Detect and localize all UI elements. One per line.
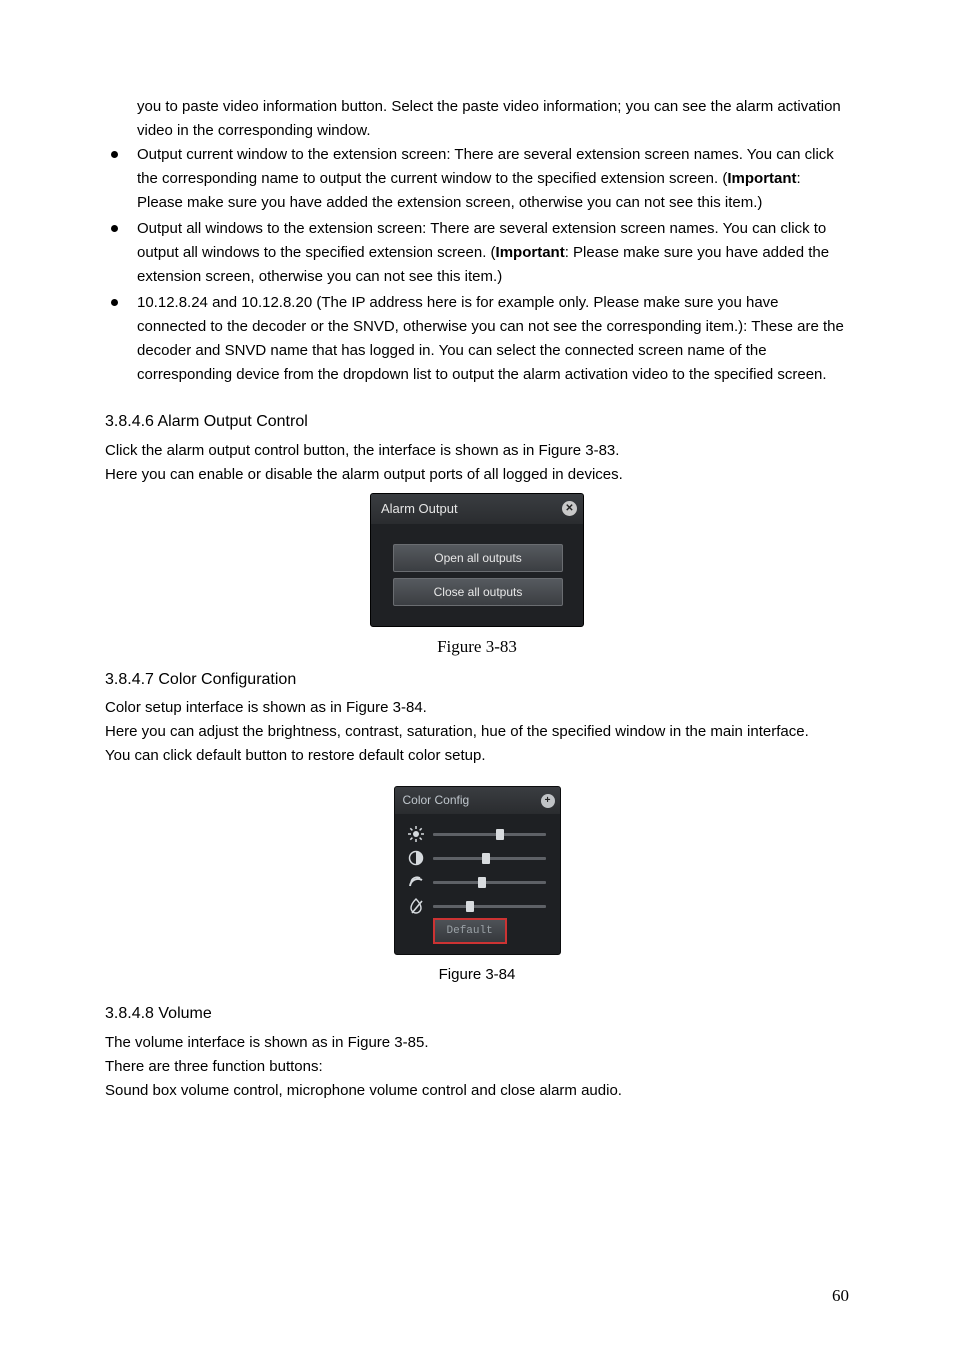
important-label: Important [727,170,796,187]
important-label: Important [496,244,565,261]
close-all-outputs-button[interactable]: Close all outputs [393,578,563,606]
open-all-outputs-button[interactable]: Open all outputs [393,544,563,572]
figure-3-83-caption: Figure 3-83 [105,633,849,660]
heading-color-config: 3.8.4.7 Color Configuration [105,667,849,693]
color-config-title: Color Config [403,791,470,810]
sec2-p3: You can click default button to restore … [105,744,849,768]
hue-slider[interactable] [433,905,546,908]
bullet-ip-addresses: 10.12.8.24 and 10.12.8.20 (The IP addres… [105,291,849,387]
sec1-p1: Click the alarm output control button, t… [105,439,849,463]
sec1-p2: Here you can enable or disable the alarm… [105,463,849,487]
contrast-slider[interactable] [433,857,546,860]
bullet-output-all: Output all windows to the extension scre… [105,217,849,289]
brightness-icon [405,826,427,842]
saturation-icon [405,874,427,890]
sec3-p2: There are three function buttons: [105,1055,849,1079]
saturation-slider[interactable] [433,881,546,884]
heading-volume: 3.8.4.8 Volume [105,1001,849,1027]
alarm-output-dialog: Alarm Output ✕ Open all outputs Close al… [370,493,584,628]
brightness-slider[interactable] [433,833,546,836]
contrast-icon [405,850,427,866]
page-number: 60 [832,1286,849,1306]
color-config-dialog: Color Config + [394,786,561,955]
default-button[interactable]: Default [433,918,507,944]
collapse-icon[interactable]: + [541,794,555,808]
bullet-output-current: Output current window to the extension s… [105,143,849,215]
hue-icon [405,898,427,914]
sec2-p1: Color setup interface is shown as in Fig… [105,696,849,720]
alarm-output-title: Alarm Output [381,499,458,520]
sec3-p3: Sound box volume control, microphone vol… [105,1079,849,1103]
close-icon[interactable]: ✕ [562,501,577,516]
bullet-list: Output current window to the extension s… [105,143,849,387]
heading-alarm-output: 3.8.4.6 Alarm Output Control [105,409,849,435]
figure-3-84-caption: Figure 3-84 [105,963,849,987]
sec2-p2: Here you can adjust the brightness, cont… [105,720,849,744]
sec3-p1: The volume interface is shown as in Figu… [105,1031,849,1055]
intro-continuation: you to paste video information button. S… [105,95,849,143]
